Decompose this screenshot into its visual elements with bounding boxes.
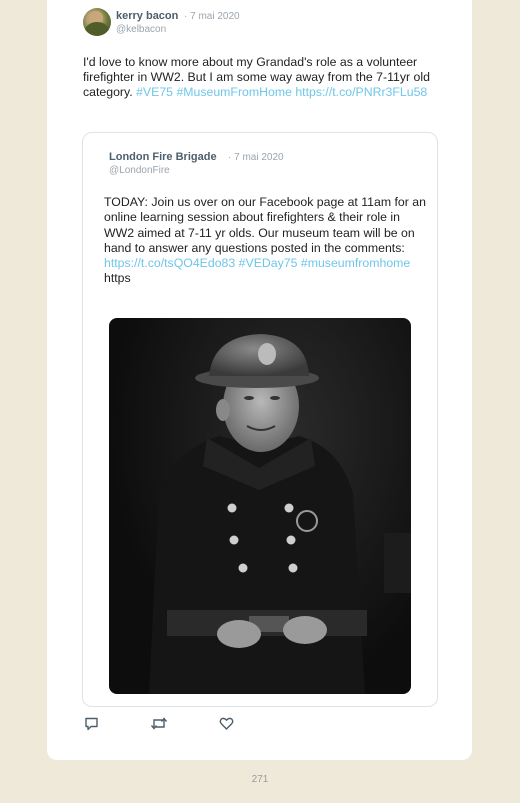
page-number: 271: [251, 774, 269, 785]
hashtag-link[interactable]: #MuseumFromHome: [176, 85, 291, 99]
hashtag-link[interactable]: #museumfromhome: [301, 256, 410, 270]
firefighter-illustration: [149, 334, 411, 694]
avatar[interactable]: [83, 8, 111, 36]
tweet-url-link[interactable]: https://t.co/PNRr3FLu58: [295, 85, 427, 99]
reply-icon: [85, 717, 98, 731]
quoted-url-link[interactable]: https://t.co/tsQO4Edo83: [104, 256, 235, 270]
hashtag-link[interactable]: #VE75: [136, 85, 173, 99]
hashtag-link[interactable]: #VEDay75: [239, 256, 298, 270]
author-handle[interactable]: @kelbacon: [116, 24, 166, 35]
author-name[interactable]: kerry bacon: [116, 10, 178, 22]
heart-icon: [219, 717, 234, 730]
quoted-tweet-date[interactable]: · 7 mai 2020: [228, 152, 284, 163]
tweet-date[interactable]: · 7 mai 2020: [184, 11, 240, 22]
quoted-body: TODAY: Join us over on our Facebook page…: [104, 195, 426, 255]
tweet-text: I'd love to know more about my Grandad's…: [83, 55, 443, 100]
quoted-author-handle[interactable]: @LondonFire: [109, 165, 170, 176]
firefighter-photo[interactable]: [109, 318, 411, 694]
like-button[interactable]: [219, 716, 234, 732]
quoted-tweet-text: TODAY: Join us over on our Facebook page…: [104, 195, 429, 287]
retweet-icon: [150, 717, 168, 730]
quoted-author-name[interactable]: London Fire Brigade: [109, 151, 217, 163]
retweet-button[interactable]: [150, 716, 168, 732]
reply-button[interactable]: [84, 716, 99, 732]
quoted-trailing-text: https: [104, 271, 131, 286]
